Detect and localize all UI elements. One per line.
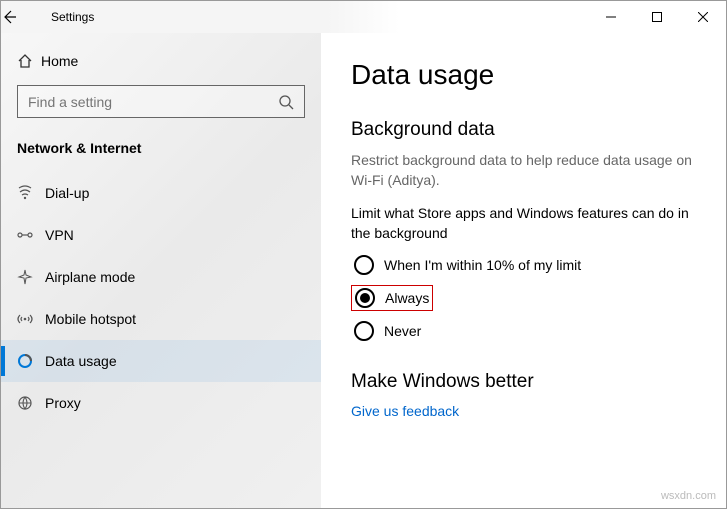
radio-icon <box>354 321 374 341</box>
sidebar-item-label: Mobile hotspot <box>45 311 136 327</box>
home-label: Home <box>41 53 78 69</box>
page-title: Data usage <box>351 59 696 91</box>
background-data-description: Restrict background data to help reduce … <box>351 151 696 190</box>
home-icon <box>17 53 41 69</box>
section-header: Network & Internet <box>1 134 321 172</box>
minimize-icon <box>606 12 616 22</box>
sidebar-item-proxy[interactable]: Proxy <box>1 382 321 424</box>
sidebar-item-label: Proxy <box>45 395 81 411</box>
proxy-icon <box>17 395 45 411</box>
radio-icon-checked <box>355 288 375 308</box>
search-box[interactable] <box>17 85 305 118</box>
sidebar-item-label: Airplane mode <box>45 269 135 285</box>
radio-icon <box>354 255 374 275</box>
make-windows-better-heading: Make Windows better <box>351 371 696 393</box>
radio-always[interactable]: Always <box>351 285 433 311</box>
data-usage-icon <box>17 353 45 369</box>
sidebar-item-vpn[interactable]: VPN <box>1 214 321 256</box>
sidebar: Home Network & Internet Dial-up VPN <box>1 33 321 508</box>
sidebar-item-label: Dial-up <box>45 185 89 201</box>
background-data-heading: Background data <box>351 119 696 141</box>
minimize-button[interactable] <box>588 1 634 33</box>
vpn-icon <box>17 227 45 243</box>
sidebar-item-label: Data usage <box>45 353 117 369</box>
sidebar-item-hotspot[interactable]: Mobile hotspot <box>1 298 321 340</box>
watermark: wsxdn.com <box>661 490 716 502</box>
feedback-link[interactable]: Give us feedback <box>351 403 696 419</box>
radio-label: Always <box>385 290 429 306</box>
back-button[interactable] <box>1 9 45 25</box>
radio-within-limit[interactable]: When I'm within 10% of my limit <box>351 253 696 277</box>
radio-never[interactable]: Never <box>351 319 696 343</box>
radio-label: When I'm within 10% of my limit <box>384 257 581 273</box>
sidebar-item-dialup[interactable]: Dial-up <box>1 172 321 214</box>
airplane-icon <box>17 269 45 285</box>
dialup-icon <box>17 185 45 201</box>
maximize-icon <box>652 12 662 22</box>
window-title: Settings <box>51 10 94 24</box>
maximize-button[interactable] <box>634 1 680 33</box>
titlebar: Settings <box>1 1 726 33</box>
search-icon <box>278 94 294 110</box>
close-button[interactable] <box>680 1 726 33</box>
background-data-radio-group: When I'm within 10% of my limit Always N… <box>351 253 696 343</box>
close-icon <box>698 12 708 22</box>
home-link[interactable]: Home <box>1 43 321 79</box>
back-arrow-icon <box>1 9 17 25</box>
sidebar-item-data-usage[interactable]: Data usage <box>1 340 321 382</box>
radio-label: Never <box>384 323 421 339</box>
background-data-subhead: Limit what Store apps and Windows featur… <box>351 204 696 243</box>
hotspot-icon <box>17 311 45 327</box>
main-panel: Data usage Background data Restrict back… <box>321 33 726 508</box>
sidebar-item-airplane[interactable]: Airplane mode <box>1 256 321 298</box>
search-input[interactable] <box>28 94 278 110</box>
sidebar-item-label: VPN <box>45 227 74 243</box>
